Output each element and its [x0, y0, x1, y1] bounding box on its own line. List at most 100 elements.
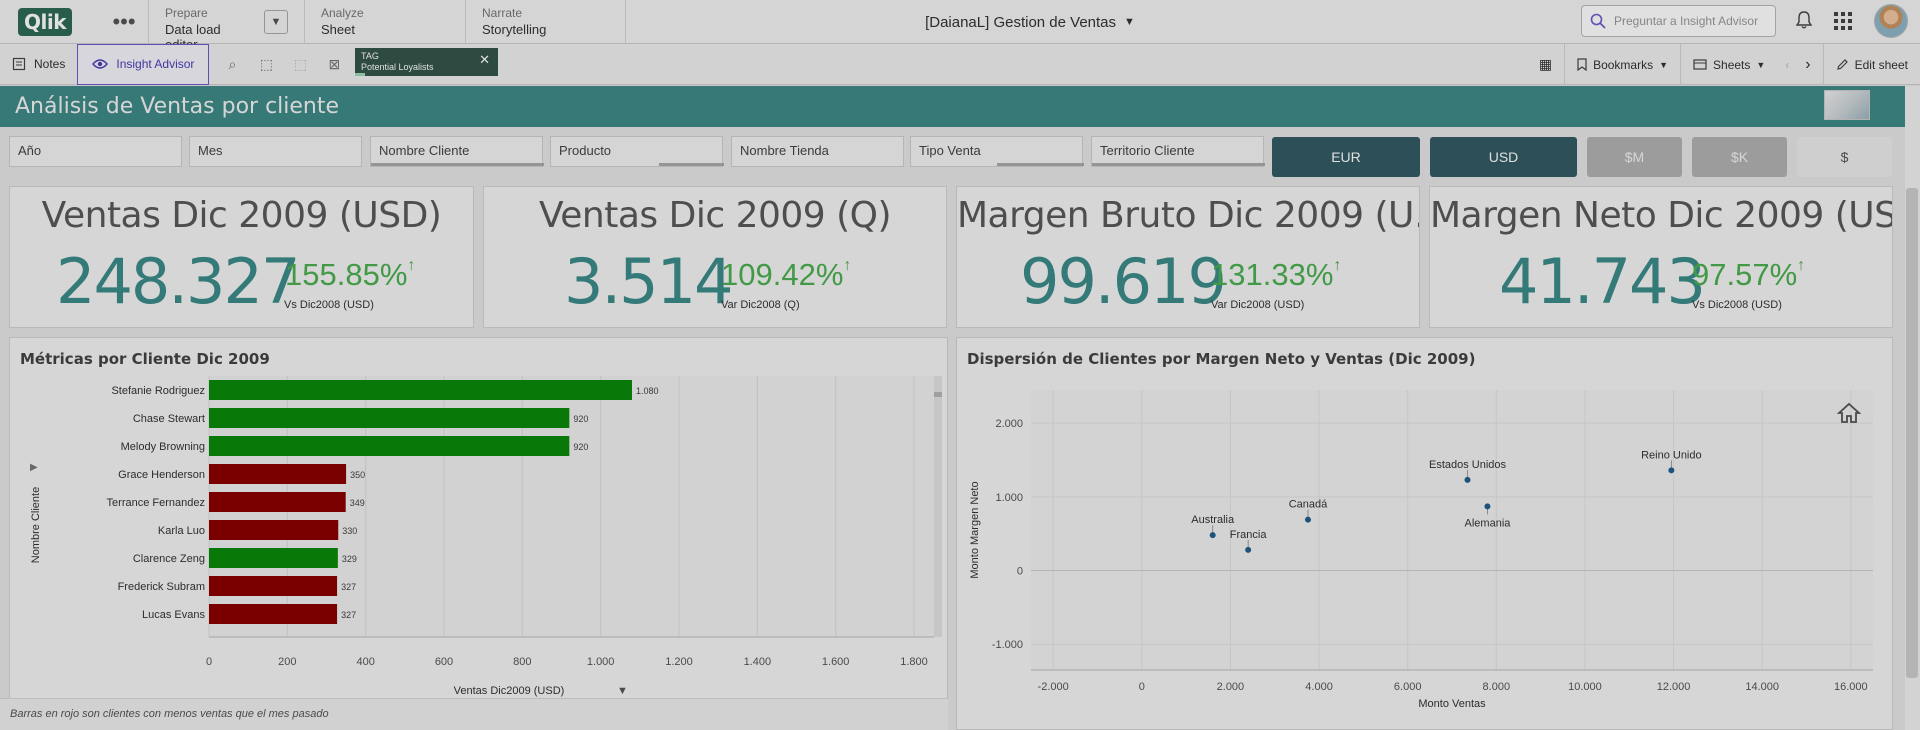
- chevron-down-icon: ▼: [270, 15, 282, 28]
- point-label: Francia: [1230, 529, 1268, 541]
- kpi-change: 97.57%↑: [1692, 257, 1805, 293]
- category-label: Stefanie Rodriguez: [111, 385, 205, 397]
- search-placeholder: Preguntar a Insight Advisor: [1614, 14, 1759, 28]
- sheet-toolbar: Notes Insight Advisor ⌕ ⬚ ⬚ ⊠ ▦ Bookmark…: [0, 43, 1920, 85]
- scale-thousands-button[interactable]: $K: [1692, 137, 1787, 177]
- data-label: 350: [350, 470, 365, 480]
- nav-prepare[interactable]: Prepare Data load editor: [148, 0, 266, 52]
- nav-narrate[interactable]: Narrate Storytelling: [465, 0, 626, 44]
- kpi-change-value: 97.57%: [1692, 257, 1798, 292]
- kpi-title: Ventas Dic 2009 (Q): [538, 195, 892, 236]
- next-sheet-button[interactable]: ›: [1797, 44, 1822, 85]
- filter-label: Mes: [198, 143, 223, 158]
- filter-mes[interactable]: Mes: [189, 136, 362, 167]
- kpi-margen-neto[interactable]: Margen Neto Dic 2009 (USD) 41.743 97.57%…: [1429, 186, 1893, 328]
- nav-narrate-label: Narrate: [482, 5, 523, 20]
- previous-sheet-button[interactable]: ‹: [1777, 44, 1797, 85]
- caret-down-icon: ▼: [617, 685, 628, 697]
- prepare-dropdown-button[interactable]: ▼: [264, 9, 288, 34]
- data-label: 327: [341, 582, 356, 592]
- filter-selection-bar: [371, 163, 544, 166]
- kpi-ventas-q[interactable]: Ventas Dic 2009 (Q) 3.514 109.42%↑ Var D…: [483, 186, 947, 328]
- user-avatar[interactable]: [1874, 4, 1908, 38]
- bar: [209, 548, 338, 568]
- data-point: [1464, 476, 1471, 483]
- bookmarks-button[interactable]: Bookmarks ▼: [1564, 44, 1680, 85]
- filter-territorio-cliente[interactable]: Territorio Cliente: [1091, 136, 1265, 167]
- app-title-button[interactable]: [DaianaL] Gestion de Ventas ▼: [830, 0, 1230, 44]
- nav-analyze[interactable]: Analyze Sheet: [304, 0, 465, 44]
- point-label: Canadá: [1289, 499, 1328, 511]
- currency-eur-button[interactable]: EUR: [1272, 137, 1420, 177]
- selection-tag-chip[interactable]: TAG Potential Loyalists ✕: [355, 48, 498, 76]
- kpi-subtitle: Vs Dic2008 (USD): [284, 299, 374, 311]
- filter-nombre-tienda[interactable]: Nombre Tienda: [731, 136, 904, 167]
- currency-label: $M: [1624, 149, 1645, 165]
- kpi-change: 155.85%↑: [285, 257, 415, 293]
- bookmarks-label: Bookmarks: [1593, 57, 1654, 72]
- y-tick-label: 2.000: [995, 418, 1023, 430]
- notes-button[interactable]: Notes: [0, 44, 77, 85]
- category-label: Karla Luo: [158, 525, 205, 537]
- bar: [209, 436, 570, 456]
- x-tick-label: 800: [513, 656, 531, 668]
- scatter-chart[interactable]: -2.000 0 2.000 4.000 6.000 8.000 10.000 12.000 1…: [956, 370, 1893, 730]
- data-label: 920: [573, 442, 588, 452]
- apps-grid-icon[interactable]: [1834, 12, 1852, 30]
- bar-chart[interactable]: 0 200 400 600 800 1.000 1.200 1.400 1.600 1.800 St…: [9, 370, 948, 700]
- bar-chart-scrollbar: [934, 376, 942, 637]
- filter-selection-bar: [997, 163, 1084, 166]
- toolbar-right: ▦ Bookmarks ▼ Sheets ▼ ‹ › Edit sheet: [1527, 44, 1920, 85]
- selection-back-icon[interactable]: ⬚: [249, 56, 283, 73]
- scale-units-button[interactable]: $: [1797, 137, 1892, 177]
- kpi-margen-bruto[interactable]: Margen Bruto Dic 2009 (U… 99.619 131.33%…: [956, 186, 1420, 328]
- selection-forward-icon[interactable]: ⬚: [283, 56, 317, 73]
- filter-tipo-venta[interactable]: Tipo Venta: [910, 136, 1084, 167]
- sheets-label: Sheets: [1713, 57, 1751, 72]
- bar: [209, 520, 339, 540]
- nav-analyze-label: Analyze: [321, 5, 364, 20]
- tag-selection-bar: [355, 73, 365, 76]
- sheets-button[interactable]: Sheets ▼: [1680, 44, 1777, 85]
- x-tick-label: 1.200: [665, 656, 693, 668]
- clear-selections-icon[interactable]: ⊠: [317, 56, 351, 73]
- arrow-up-icon: ↑: [407, 257, 416, 274]
- x-tick-label: 8.000: [1483, 681, 1511, 693]
- y-tick-label: 0: [1017, 566, 1023, 578]
- filter-ano[interactable]: Año: [9, 136, 182, 167]
- filter-selection-bar: [659, 163, 724, 166]
- data-label: 330: [342, 526, 357, 536]
- edit-sheet-button[interactable]: Edit sheet: [1822, 44, 1920, 85]
- x-tick-label: 12.000: [1657, 681, 1691, 693]
- vertical-scrollbar-thumb[interactable]: [1906, 188, 1918, 678]
- close-icon[interactable]: ✕: [479, 53, 490, 66]
- x-tick-label: 16.000: [1834, 681, 1868, 693]
- filter-label: Territorio Cliente: [1100, 143, 1195, 158]
- kpi-change-value: 131.33%: [1211, 257, 1334, 292]
- more-menu-icon[interactable]: •••: [100, 10, 148, 32]
- kpi-ventas-usd[interactable]: Ventas Dic 2009 (USD) 248.327 155.85%↑ V…: [9, 186, 474, 328]
- insight-advisor-button[interactable]: Insight Advisor: [77, 43, 210, 85]
- data-label: 1.080: [636, 386, 659, 396]
- currency-usd-button[interactable]: USD: [1430, 137, 1577, 177]
- category-label: Frederick Subram: [118, 581, 205, 593]
- filter-producto[interactable]: Producto: [550, 136, 724, 167]
- grid-view-icon[interactable]: ▦: [1527, 44, 1564, 85]
- y-axis-title: Monto Margen Neto: [969, 481, 981, 578]
- x-tick-label: 0: [206, 656, 212, 668]
- expand-arrow-icon: ▶: [30, 462, 38, 473]
- qlik-logo[interactable]: Qlik: [0, 0, 100, 44]
- insight-advisor-search[interactable]: Preguntar a Insight Advisor: [1581, 5, 1776, 37]
- smart-search-icon[interactable]: ⌕: [215, 56, 249, 73]
- scale-millions-button[interactable]: $M: [1587, 137, 1682, 177]
- category-label: Grace Henderson: [118, 469, 205, 481]
- nav-narrate-value: Storytelling: [482, 21, 547, 37]
- chevron-down-icon: ▼: [1659, 59, 1669, 70]
- bar: [209, 492, 346, 512]
- x-tick-label: 2.000: [1217, 681, 1245, 693]
- bell-icon[interactable]: [1796, 11, 1812, 29]
- kpi-change-value: 109.42%: [721, 257, 844, 292]
- currency-label: USD: [1488, 149, 1519, 165]
- notes-label: Notes: [34, 57, 66, 71]
- filter-nombre-cliente[interactable]: Nombre Cliente: [370, 136, 544, 167]
